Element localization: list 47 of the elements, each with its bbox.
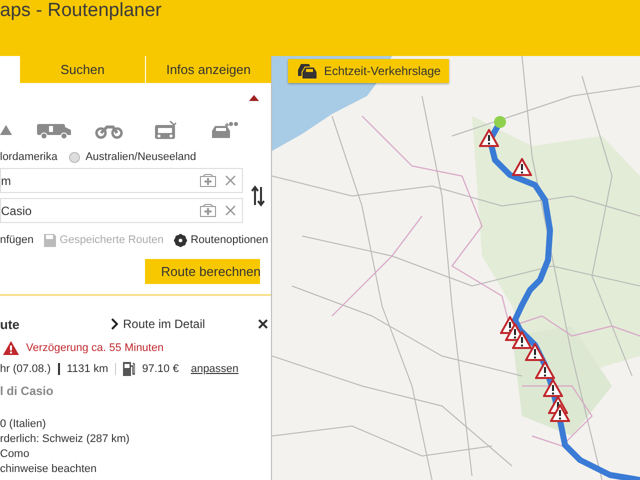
warning-icon [536,362,554,378]
route-detail-link[interactable]: Route im Detail [111,317,251,331]
route-note: rderlich: Schweiz (287 km) [0,433,131,446]
traffic-button[interactable]: Echtzeit-Verkehrslage [288,59,449,83]
clear-icon[interactable] [225,175,236,186]
warning-icon [551,405,569,421]
route-note: Como [0,448,30,461]
radio-button[interactable] [69,152,80,162]
start-point-icon [494,116,506,128]
delay-text: Verzögerung ca. 55 Minuten [26,342,164,354]
route-action-link[interactable]: Routenoptionen [174,234,268,246]
radio-label: lordamerika [0,151,58,163]
clear-icon[interactable] [225,205,236,216]
radio-label: Australien/Neuseeland [85,151,196,163]
warning-icon [526,344,544,360]
route-action-link[interactable]: nfügen [0,234,34,246]
fuel-cost-text: 97.10 € [142,363,179,375]
save-icon [44,234,56,246]
add-place-icon[interactable] [200,204,216,217]
location-field[interactable]: Casio [0,198,243,223]
page-title: aps - Routenplaner [0,0,163,22]
arrival-text: hr (07.08.) [0,363,51,375]
warning-icon [480,130,498,146]
camper-icon[interactable] [37,121,71,141]
fuel-pump-icon [123,362,136,376]
distance-text: 1131 km [66,363,108,375]
calculate-route-button[interactable]: Route berechnen [145,259,260,284]
warning-icon [513,332,531,348]
warning-icon [544,380,562,396]
warning-icon [513,159,531,175]
route-note: 0 (Italien) [0,418,47,431]
destination-text: l di Casio [0,384,54,398]
chevron-icon [111,318,118,330]
route-note: chinweise beachten [0,463,98,476]
tab[interactable]: Infos anzeigen [145,56,271,83]
gear-icon [174,234,187,246]
location-field[interactable]: m [0,168,243,193]
swap-icon[interactable] [251,184,265,206]
carpool-icon[interactable] [211,121,239,141]
adjust-link[interactable]: anpassen [190,363,239,375]
collapse-caret-icon[interactable] [249,95,259,101]
add-place-icon[interactable] [200,174,216,187]
route-title: ute [0,316,20,332]
cars-icon [296,63,318,79]
tab[interactable]: Suchen [19,56,145,83]
close-icon[interactable] [258,319,268,329]
warning-icon [3,341,19,355]
